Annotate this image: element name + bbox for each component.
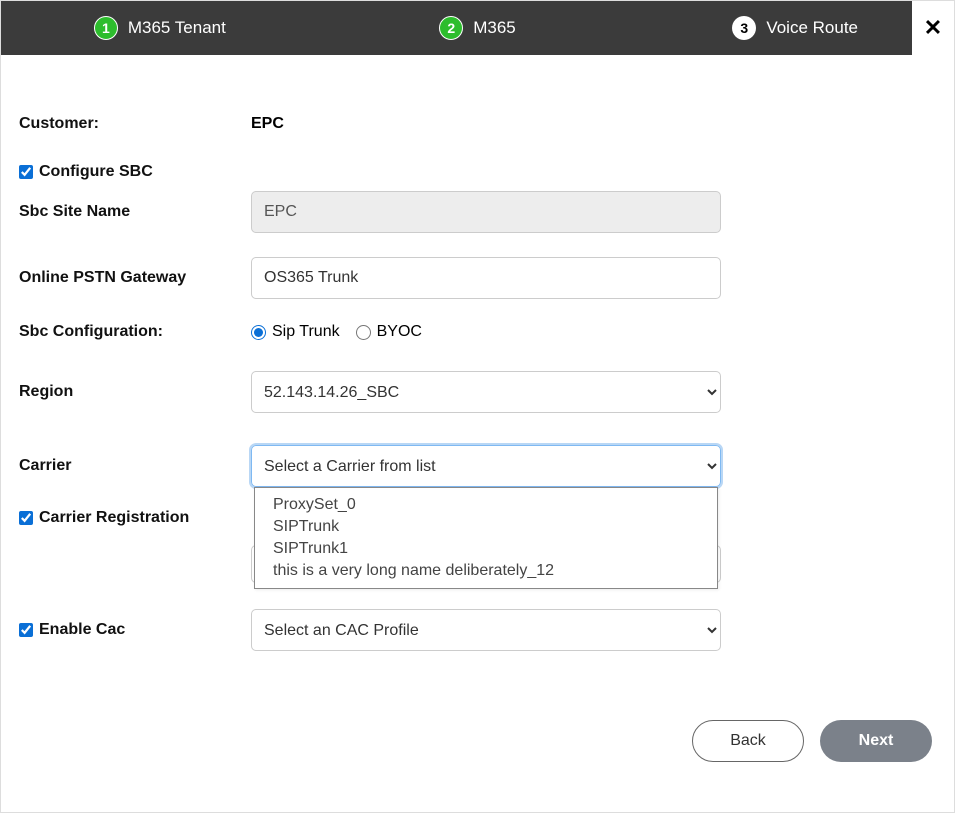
radio-sip-trunk[interactable]: Sip Trunk	[251, 323, 340, 341]
carrier-select[interactable]: Select a Carrier from list	[251, 445, 721, 487]
step-label: M365	[473, 18, 516, 38]
radio-sip-trunk-label: Sip Trunk	[272, 323, 340, 341]
region-select[interactable]: 52.143.14.26_SBC	[251, 371, 721, 413]
region-label: Region	[19, 383, 251, 401]
pstn-gateway-label: Online PSTN Gateway	[19, 269, 251, 287]
step-label: Voice Route	[766, 18, 858, 38]
sbc-site-name-label: Sbc Site Name	[19, 203, 251, 221]
pstn-gateway-input[interactable]	[251, 257, 721, 299]
radio-byoc[interactable]: BYOC	[356, 323, 422, 341]
carrier-label: Carrier	[19, 457, 251, 475]
form-content: Customer: EPC Configure SBC Sbc Site Nam…	[1, 55, 954, 651]
radio-sip-trunk-input[interactable]	[251, 325, 266, 340]
step-m365-tenant[interactable]: 1 M365 Tenant	[1, 16, 319, 40]
cac-profile-select[interactable]: Select an CAC Profile	[251, 609, 721, 651]
sbc-config-radio-group: Sip Trunk BYOC	[251, 323, 721, 341]
radio-byoc-input[interactable]	[356, 325, 371, 340]
wizard-header: 1 M365 Tenant 2 M365 3 Voice Route ✕	[1, 1, 954, 55]
sbc-config-label: Sbc Configuration:	[19, 323, 251, 341]
back-button[interactable]: Back	[692, 720, 804, 762]
carrier-reg-row: Carrier Registration	[19, 509, 251, 527]
close-button[interactable]: ✕	[912, 1, 954, 55]
radio-byoc-label: BYOC	[377, 323, 422, 341]
step-badge: 2	[439, 16, 463, 40]
close-icon: ✕	[924, 15, 942, 41]
customer-label: Customer:	[19, 115, 251, 133]
step-voice-route[interactable]: 3 Voice Route	[636, 16, 954, 40]
carrier-reg-checkbox[interactable]	[19, 511, 33, 525]
enable-cac-label: Enable Cac	[39, 621, 125, 639]
step-badge: 3	[732, 16, 756, 40]
carrier-option[interactable]: ProxySet_0	[273, 494, 699, 516]
customer-value: EPC	[251, 115, 284, 132]
carrier-option[interactable]: SIPTrunk	[273, 516, 699, 538]
carrier-option[interactable]: SIPTrunk1	[273, 538, 699, 560]
carrier-dropdown-list: ProxySet_0 SIPTrunk SIPTrunk1 this is a …	[254, 487, 718, 589]
carrier-reg-label: Carrier Registration	[39, 509, 189, 527]
enable-cac-row: Enable Cac	[19, 621, 251, 639]
step-m365[interactable]: 2 M365	[319, 16, 637, 40]
sbc-site-name-input	[251, 191, 721, 233]
footer-buttons: Back Next	[692, 720, 932, 762]
configure-sbc-label: Configure SBC	[39, 163, 153, 181]
step-badge: 1	[94, 16, 118, 40]
carrier-option[interactable]: this is a very long name deliberately_12	[273, 560, 699, 582]
step-label: M365 Tenant	[128, 18, 226, 38]
configure-sbc-row: Configure SBC	[19, 163, 251, 181]
configure-sbc-checkbox[interactable]	[19, 165, 33, 179]
next-button[interactable]: Next	[820, 720, 932, 762]
enable-cac-checkbox[interactable]	[19, 623, 33, 637]
